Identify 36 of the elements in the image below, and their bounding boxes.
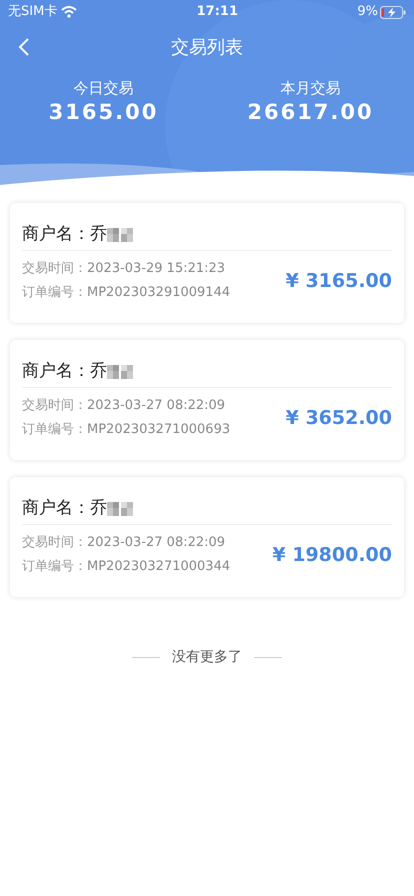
back-icon [18,37,30,57]
time-label: 交易时间： [22,397,87,415]
order-value: MP202303291009144 [87,284,230,302]
order-value: MP202303271000344 [87,558,230,576]
battery-text: 9% [357,3,378,22]
time-value: 2023-03-27 08:22:09 [87,397,226,415]
transaction-card[interactable]: 商户名：乔 交易时间：2023-03-29 15:21:23 订单编号：MP202303291009144 ¥ 3165.00 [10,203,404,323]
page-title: 交易列表 [171,36,243,60]
order-label: 订单编号： [22,421,87,439]
merchant-label: 商户名： [22,360,90,383]
amount-text: ¥ 3165.00 [286,268,392,294]
time-value: 2023-03-27 08:22:09 [87,534,226,552]
merchant-name: 乔 [90,496,107,520]
time-label: 交易时间： [22,534,87,552]
merchant-name: 乔 [90,222,107,246]
time-label: 交易时间： [22,260,87,278]
order-label: 订单编号： [22,284,87,302]
end-of-list-text: 没有更多了 [172,648,242,667]
clock-text: 17:11 [196,3,238,22]
amount-text: ¥ 3652.00 [286,406,392,431]
summary-label: 本月交易 [280,78,340,98]
wifi-icon [61,6,78,18]
order-label: 订单编号： [22,558,87,576]
merchant-name: 乔 [90,360,107,383]
battery-icon [380,6,406,18]
summary-label: 今日交易 [74,78,134,98]
merchant-label: 商户名： [22,222,90,246]
summary-value: 3165.00 [48,99,158,126]
order-value: MP202303271000693 [87,421,230,439]
summary-value: 26617.00 [247,99,374,126]
time-value: 2023-03-29 15:21:23 [87,260,226,278]
carrier-text: 无SIM卡 [8,3,58,22]
merchant-label: 商户名： [22,496,90,520]
amount-text: ¥ 19800.00 [272,542,392,568]
transaction-card[interactable]: 商户名：乔 交易时间：2023-03-27 08:22:09 订单编号：MP202303271000693 ¥ 3652.00 [10,340,404,460]
transaction-card[interactable]: 商户名：乔 交易时间：2023-03-27 08:22:09 订单编号：MP202303271000344 ¥ 19800.00 [10,477,404,597]
